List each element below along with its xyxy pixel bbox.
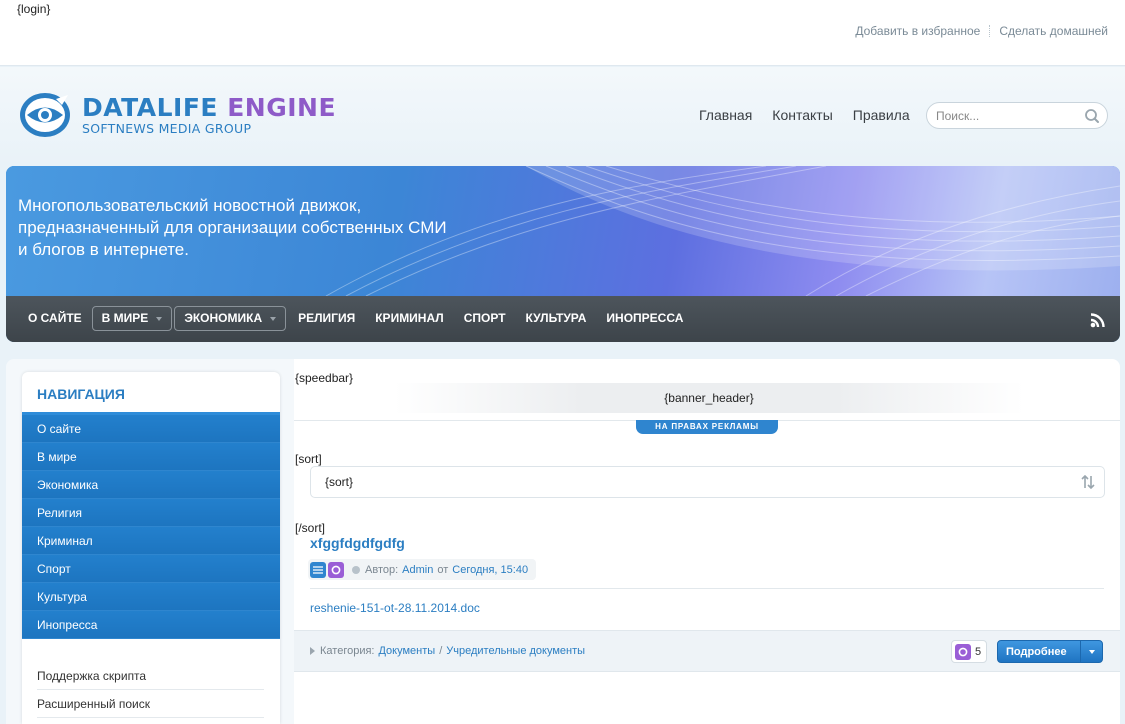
sort-close-tag: [/sort] xyxy=(295,521,326,535)
search-icon[interactable] xyxy=(1084,108,1100,124)
cat-religion[interactable]: Религия xyxy=(288,306,365,331)
category-label: Категория: xyxy=(320,645,375,657)
category-founding-docs-link[interactable]: Учредительные документы xyxy=(446,645,585,657)
sidebar-item-religion[interactable]: Религия xyxy=(22,499,280,527)
search-input[interactable] xyxy=(936,108,1081,124)
read-more-label: Подробнее xyxy=(1006,645,1067,658)
chevron-down-icon xyxy=(156,316,163,321)
rss-icon[interactable] xyxy=(1090,312,1108,328)
sidebar-item-about[interactable]: О сайте xyxy=(22,415,280,443)
chevron-down-icon xyxy=(270,316,277,321)
user-icon xyxy=(352,565,360,574)
main-nav: Главная Контакты Правила xyxy=(699,107,930,123)
site-logo[interactable]: DATALIFE ENGINE SOFTNEWS MEDIA GROUP xyxy=(18,91,336,139)
category-documents-link[interactable]: Документы xyxy=(378,645,435,657)
sidebar-title: НАВИГАЦИЯ xyxy=(37,386,125,402)
date-prefix: от xyxy=(437,563,449,576)
banner-tagline: Многопользовательский новостной движок, … xyxy=(18,196,447,259)
set-homepage-link[interactable]: Сделать домашней xyxy=(999,24,1108,38)
news-date-link[interactable]: Сегодня, 15:40 xyxy=(452,564,528,576)
top-bar: {login} Добавить в избранное Сделать дом… xyxy=(0,0,1125,66)
sidebar-extra-links: Поддержка скрипта Расширенный поиск xyxy=(37,662,264,718)
nav-rules-link[interactable]: Правила xyxy=(853,107,910,123)
hero-banner: Многопользовательский новостной движок, … xyxy=(6,166,1120,342)
comments-count: 5 xyxy=(975,645,982,658)
news-title-link[interactable]: xfggfdgdfgdfg xyxy=(310,535,405,551)
top-links-divider xyxy=(989,25,991,37)
sort-open-tag: [sort] xyxy=(295,452,322,466)
category-separator: / xyxy=(439,645,443,657)
sidebar-item-crime[interactable]: Криминал xyxy=(22,527,280,555)
cat-economy-label: Экономика xyxy=(184,311,263,325)
cat-about[interactable]: О сайте xyxy=(18,306,92,331)
logo-eye-icon xyxy=(20,93,70,137)
cat-world[interactable]: В мире xyxy=(91,306,173,331)
ad-badge: НА ПРАВАХ РЕКЛАМЫ xyxy=(636,420,778,434)
author-label: Автор: xyxy=(365,563,399,576)
speedbar-placeholder: {speedbar} xyxy=(295,371,354,385)
logo-subtitle: SOFTNEWS MEDIA GROUP xyxy=(82,120,252,136)
triangle-right-icon xyxy=(310,647,315,655)
login-placeholder: {login} xyxy=(17,2,51,16)
logo-word-datalife: DATALIFE xyxy=(82,92,219,122)
site-header: DATALIFE ENGINE SOFTNEWS MEDIA GROUP Гла… xyxy=(0,67,1125,165)
nav-home-link[interactable]: Главная xyxy=(699,107,752,123)
rating-icon[interactable] xyxy=(328,561,344,578)
sidebar-item-advanced-search[interactable]: Расширенный поиск xyxy=(37,690,264,718)
attachment-link[interactable]: reshenie-151-ot-28.11.2014.doc xyxy=(310,601,480,615)
sidebar-item-world[interactable]: В мире xyxy=(22,443,280,471)
logo-title: DATALIFE ENGINE xyxy=(82,92,337,122)
news-footer: Категория: Документы / Учредительные док… xyxy=(294,630,1120,672)
nav-contacts-link[interactable]: Контакты xyxy=(772,107,832,123)
cat-world-label: В мире xyxy=(101,311,149,325)
cat-culture[interactable]: Культура xyxy=(516,306,597,331)
sort-box: {sort} xyxy=(310,466,1105,498)
author-link[interactable]: Admin xyxy=(402,564,433,576)
sort-icon[interactable] xyxy=(1081,475,1095,489)
navigation-block: НАВИГАЦИЯ О сайте В мире Экономика Религ… xyxy=(22,372,280,724)
chevron-down-icon[interactable] xyxy=(1080,641,1102,662)
main-content: {speedbar} {banner_header} НА ПРАВАХ РЕК… xyxy=(294,359,1120,724)
sidebar-item-support[interactable]: Поддержка скрипта xyxy=(37,662,264,690)
search-box xyxy=(926,102,1108,129)
sidebar-menu: О сайте В мире Экономика Религия Кримина… xyxy=(22,412,280,639)
add-to-favorites-link[interactable]: Добавить в избранное xyxy=(855,24,980,38)
sidebar-item-economy[interactable]: Экономика xyxy=(22,471,280,499)
banner-artwork: Многопользовательский новостной движок, … xyxy=(6,166,1120,296)
cat-sport[interactable]: Спорт xyxy=(454,306,516,331)
cat-crime[interactable]: Криминал xyxy=(365,306,453,331)
news-categories: Категория: Документы / Учредительные док… xyxy=(310,645,585,657)
comment-icon xyxy=(955,643,971,660)
banner-header-placeholder: {banner_header} xyxy=(394,383,1024,413)
category-navbar: О сайте В мире Экономика Религия Кримина… xyxy=(6,296,1120,342)
sidebar-item-culture[interactable]: Культура xyxy=(22,583,280,611)
comments-counter[interactable]: 5 xyxy=(951,640,987,663)
cat-inopressa[interactable]: Инопресса xyxy=(596,306,693,331)
category-list: О сайте В мире Экономика Религия Кримина… xyxy=(18,306,693,331)
sidebar-column: НАВИГАЦИЯ О сайте В мире Экономика Религ… xyxy=(6,359,294,724)
logo-word-engine: ENGINE xyxy=(227,92,337,122)
sidebar-item-sport[interactable]: Спорт xyxy=(22,555,280,583)
sort-value: {sort} xyxy=(325,475,354,489)
top-links: Добавить в избранное Сделать домашней xyxy=(855,24,1108,38)
sidebar-item-inopressa[interactable]: Инопресса xyxy=(22,611,280,639)
cat-economy[interactable]: Экономика xyxy=(174,306,287,331)
read-more-button[interactable]: Подробнее xyxy=(997,640,1103,663)
list-icon[interactable] xyxy=(310,561,326,578)
divider xyxy=(310,588,1104,589)
news-meta: Автор: Admin от Сегодня, 15:40 xyxy=(308,559,537,580)
